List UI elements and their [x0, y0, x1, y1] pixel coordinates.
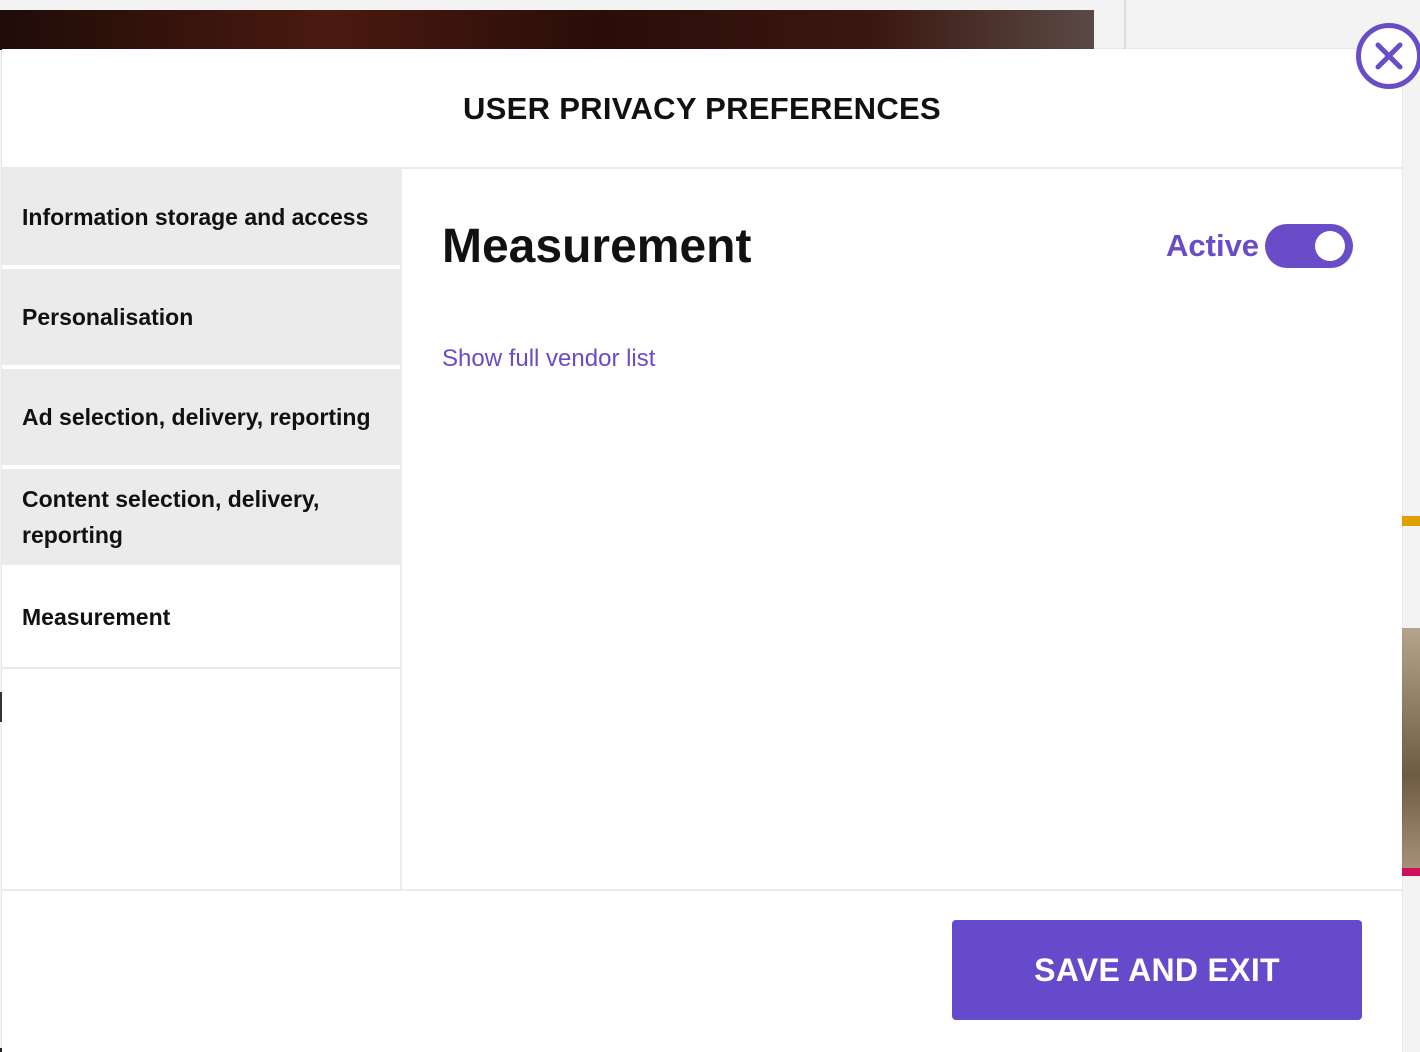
privacy-preferences-modal: USER PRIVACY PREFERENCES Information sto… — [2, 49, 1402, 1052]
purpose-sidebar: Information storage and access Personali… — [2, 169, 402, 889]
modal-footer: SAVE AND EXIT — [2, 889, 1402, 1052]
background-accent-strip — [1400, 516, 1420, 526]
sidebar-item-measurement[interactable]: Measurement — [2, 567, 400, 669]
purpose-title: Measurement — [442, 220, 752, 273]
sidebar-item-label: Information storage and access — [22, 204, 369, 230]
close-icon — [1374, 41, 1404, 71]
show-vendor-list-link[interactable]: Show full vendor list — [442, 345, 655, 373]
modal-title: USER PRIVACY PREFERENCES — [462, 91, 942, 126]
save-and-exit-button[interactable]: SAVE AND EXIT — [952, 920, 1362, 1020]
consent-status-label: Active — [1166, 228, 1260, 263]
sidebar-item-label: Personalisation — [22, 304, 194, 330]
background-card-bar — [1400, 868, 1420, 876]
sidebar-item-content-selection[interactable]: Content selection, delivery, reporting — [2, 469, 400, 567]
purpose-consent-control: Active — [1166, 224, 1354, 268]
background-card-image — [1400, 628, 1420, 872]
sidebar-item-information-storage[interactable]: Information storage and access — [2, 169, 400, 267]
sidebar-item-label: Measurement — [22, 604, 171, 630]
background-hero-image — [0, 10, 1094, 50]
toggle-knob — [1315, 231, 1346, 261]
purpose-detail-panel: Measurement Active Show full vendor list — [402, 169, 1402, 889]
consent-toggle[interactable] — [1265, 224, 1354, 268]
close-button[interactable] — [1356, 23, 1420, 89]
modal-header: USER PRIVACY PREFERENCES — [2, 49, 1402, 169]
sidebar-item-ad-selection[interactable]: Ad selection, delivery, reporting — [2, 369, 400, 467]
sidebar-item-personalisation[interactable]: Personalisation — [2, 269, 400, 367]
sidebar-item-label: Content selection, delivery, reporting — [22, 486, 320, 548]
sidebar-item-label: Ad selection, delivery, reporting — [22, 404, 371, 430]
